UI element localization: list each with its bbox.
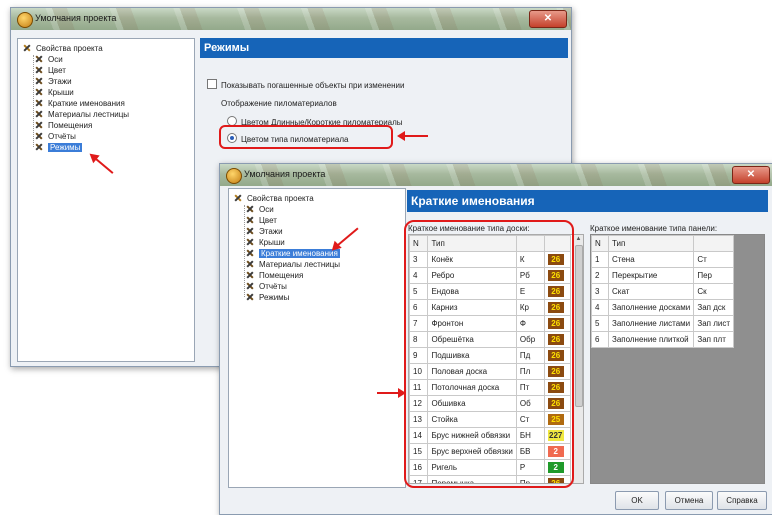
cancel-button[interactable]: Отмена — [665, 491, 713, 510]
scrollbar-thumb[interactable] — [575, 245, 583, 407]
highlight-box — [404, 220, 574, 488]
tree-item-color[interactable]: Цвет — [245, 215, 277, 226]
close-button[interactable]: ✕ — [732, 166, 770, 184]
row-short-name: Ст — [693, 251, 734, 268]
window-title: Умолчания проекта — [35, 13, 117, 23]
row-short-name: Зап лист — [693, 315, 734, 332]
row-type: Заполнение плиткой — [607, 331, 695, 348]
table-row[interactable]: 3 Скат Ск — [591, 283, 734, 300]
row-number: 4 — [591, 299, 609, 316]
tree-item-color[interactable]: Цвет — [34, 65, 66, 76]
tree-item-stair-materials[interactable]: Материалы лестницы — [245, 259, 340, 270]
column-header-short — [693, 235, 734, 252]
help-button[interactable]: Справка — [717, 491, 767, 510]
row-type: Заполнение листами — [607, 315, 695, 332]
tools-icon — [245, 281, 255, 291]
title-bar[interactable]: Умолчания проекта ✕ — [11, 8, 571, 30]
tree-item-reports[interactable]: Отчёты — [34, 131, 76, 142]
row-type: Стена — [607, 251, 695, 268]
settings-tree: Свойства проекта Оси Цвет Этажи Крыши Кр… — [17, 38, 195, 362]
table-header-row: N Тип — [591, 235, 734, 252]
app-icon — [17, 12, 33, 28]
row-number: 2 — [591, 267, 609, 284]
tree-item-roofs[interactable]: Крыши — [245, 237, 285, 248]
tree-item-axes[interactable]: Оси — [34, 54, 63, 65]
tree-item-rooms[interactable]: Помещения — [245, 270, 303, 281]
row-short-name: Зап плт — [693, 331, 734, 348]
tools-icon — [34, 87, 44, 97]
table-row[interactable]: 4 Заполнение досками Зап дск — [591, 299, 734, 316]
tools-icon — [34, 54, 44, 64]
row-type: Заполнение досками — [607, 299, 695, 316]
tree-item-modes[interactable]: Режимы — [34, 142, 83, 153]
tree-item-short-names[interactable]: Краткие именования — [34, 98, 125, 109]
show-repaid-checkbox-row[interactable]: Показывать погашенные объекты при измене… — [207, 79, 404, 90]
vertical-scrollbar[interactable]: ▲ — [573, 235, 583, 483]
column-header-n: N — [591, 235, 609, 252]
tree-root[interactable]: Свойства проекта — [22, 43, 103, 54]
row-number: 1 — [591, 251, 609, 268]
row-short-name: Ск — [693, 283, 734, 300]
tree-root[interactable]: Свойства проекта — [233, 193, 314, 204]
tree-item-rooms[interactable]: Помещения — [34, 120, 92, 131]
tools-icon — [233, 193, 243, 203]
table-row[interactable]: 1 Стена Ст — [591, 251, 734, 268]
tools-icon — [34, 76, 44, 86]
tree-item-roofs[interactable]: Крыши — [34, 87, 74, 98]
app-icon — [226, 168, 242, 184]
annotation-arrow — [397, 131, 428, 141]
page-title: Режимы — [200, 38, 568, 58]
tools-icon — [34, 142, 44, 152]
tools-icon — [245, 215, 255, 225]
tools-icon — [245, 226, 255, 236]
row-type: Скат — [607, 283, 695, 300]
tools-icon — [245, 292, 255, 302]
tree-item-axes[interactable]: Оси — [245, 204, 274, 215]
tree-item-stair-materials[interactable]: Материалы лестницы — [34, 109, 129, 120]
table-row[interactable]: 6 Заполнение плиткой Зап плт — [591, 331, 734, 348]
page-title: Краткие именования — [407, 190, 768, 212]
tools-icon — [245, 237, 255, 247]
dialog-project-defaults-short-names: Умолчания проекта ✕ Свойства проекта Оси… — [219, 163, 772, 515]
annotation-arrow — [377, 388, 406, 398]
tree-item-floors[interactable]: Этажи — [245, 226, 283, 237]
tools-icon — [34, 98, 44, 108]
highlight-box — [219, 125, 393, 149]
settings-tree: Свойства проекта Оси Цвет Этажи Крыши Кр… — [228, 188, 406, 488]
tools-icon — [245, 270, 255, 280]
row-number: 3 — [591, 283, 609, 300]
column-header-type: Тип — [607, 235, 695, 252]
lumber-display-label: Отображение пиломатериалов — [221, 99, 337, 108]
ok-button[interactable]: OK — [615, 491, 659, 510]
tree-item-floors[interactable]: Этажи — [34, 76, 72, 87]
row-short-name: Зап дск — [693, 299, 734, 316]
tree-item-modes[interactable]: Режимы — [245, 292, 289, 303]
row-short-name: Пер — [693, 267, 734, 284]
panel-table-container: N Тип 1 Стена Ст 2 Перекрытие Пер 3 Скат Ск 4 Запо… — [590, 234, 765, 484]
tools-icon — [34, 65, 44, 75]
scroll-up-arrow-icon[interactable]: ▲ — [574, 235, 583, 244]
tools-icon — [22, 43, 32, 53]
table-row[interactable]: 2 Перекрытие Пер — [591, 267, 734, 284]
tree-item-short-names[interactable]: Краткие именования — [245, 248, 340, 259]
tools-icon — [245, 259, 255, 269]
tree-item-reports[interactable]: Отчёты — [245, 281, 287, 292]
panel-table-caption: Краткое именование типа панели: — [590, 224, 718, 233]
tools-icon — [245, 248, 255, 258]
close-button[interactable]: ✕ — [529, 10, 567, 28]
tools-icon — [34, 131, 44, 141]
row-type: Перекрытие — [607, 267, 695, 284]
window-title: Умолчания проекта — [244, 169, 326, 179]
title-bar[interactable]: Умолчания проекта ✕ — [220, 164, 772, 186]
tools-icon — [34, 109, 44, 119]
table-row[interactable]: 5 Заполнение листами Зап лист — [591, 315, 734, 332]
show-repaid-checkbox[interactable] — [207, 79, 217, 89]
row-number: 6 — [591, 331, 609, 348]
tools-icon — [34, 120, 44, 130]
row-number: 5 — [591, 315, 609, 332]
panel-short-names-table: N Тип 1 Стена Ст 2 Перекрытие Пер 3 Скат Ск 4 Запо… — [591, 235, 734, 348]
tools-icon — [245, 204, 255, 214]
